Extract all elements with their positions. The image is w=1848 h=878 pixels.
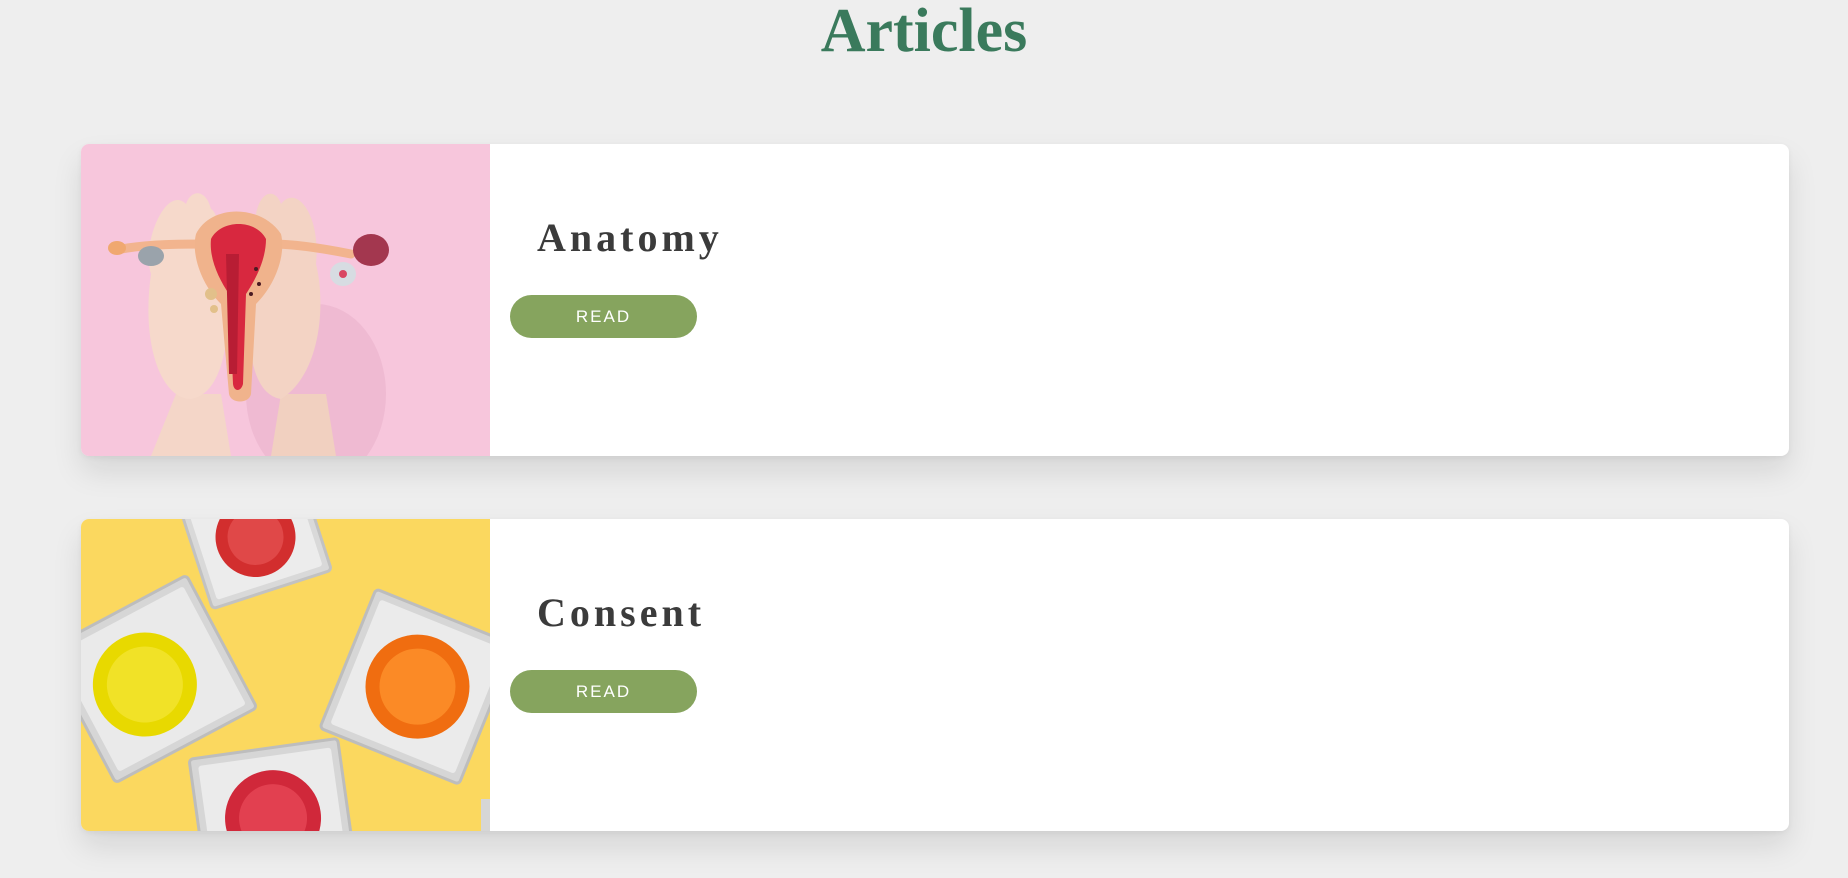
- article-card-anatomy: Anatomy READ: [81, 144, 1789, 456]
- article-image-anatomy[interactable]: [81, 144, 490, 456]
- condoms-illustration: [81, 519, 490, 831]
- article-image-consent[interactable]: [81, 519, 490, 831]
- article-card-consent: Consent READ: [81, 519, 1789, 831]
- article-title-consent: Consent: [537, 590, 706, 635]
- uterus-model-illustration: [81, 144, 490, 456]
- article-title-anatomy: Anatomy: [537, 215, 723, 260]
- page-title: Articles: [820, 0, 1028, 65]
- read-button-consent[interactable]: READ: [510, 670, 697, 713]
- read-button-anatomy[interactable]: READ: [510, 295, 697, 338]
